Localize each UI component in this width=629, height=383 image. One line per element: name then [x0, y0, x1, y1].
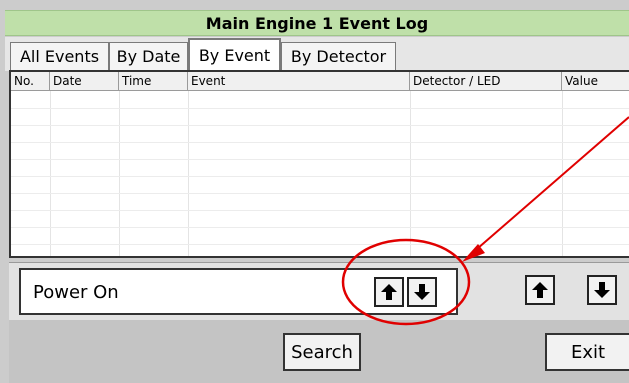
tab-by-event[interactable]: By Event [188, 38, 281, 71]
bottom-bar: Search Exit [9, 320, 629, 383]
column-divider [50, 91, 51, 256]
row-divider [11, 210, 629, 211]
tab-all-events[interactable]: All Events [10, 42, 109, 70]
tab-strip: All Events By Date By Event By Detector [5, 37, 629, 71]
event-table: No. Date Time Event Detector / LED Value [9, 70, 629, 258]
column-header-detector-led[interactable]: Detector / LED [410, 72, 562, 91]
column-divider [410, 91, 411, 256]
row-divider [11, 108, 629, 109]
scroll-up-button[interactable] [525, 275, 555, 305]
row-divider [11, 176, 629, 177]
row-divider [11, 142, 629, 143]
search-button[interactable]: Search [283, 333, 361, 371]
table-header: No. Date Time Event Detector / LED Value [11, 72, 629, 91]
event-log-window: Main Engine 1 Event Log All Events By Da… [0, 0, 629, 383]
row-divider [11, 244, 629, 245]
column-header-date[interactable]: Date [50, 72, 119, 91]
column-header-no[interactable]: No. [11, 72, 50, 91]
search-panel: Power On [9, 262, 629, 320]
tab-by-detector[interactable]: By Detector [281, 42, 396, 70]
column-divider [562, 91, 563, 256]
column-header-event[interactable]: Event [188, 72, 410, 91]
arrow-up-icon [532, 282, 548, 298]
row-divider [11, 193, 629, 194]
column-divider [119, 91, 120, 256]
event-up-button[interactable] [374, 277, 404, 307]
tab-by-date[interactable]: By Date [109, 42, 188, 70]
column-divider [188, 91, 189, 256]
row-divider [11, 159, 629, 160]
window-title: Main Engine 1 Event Log [5, 10, 629, 36]
arrow-down-icon [414, 284, 430, 300]
event-down-button[interactable] [407, 277, 437, 307]
row-divider [11, 125, 629, 126]
column-header-time[interactable]: Time [119, 72, 188, 91]
column-header-value[interactable]: Value [562, 72, 629, 91]
arrow-up-icon [381, 284, 397, 300]
event-search-field[interactable]: Power On [19, 268, 458, 315]
event-search-value: Power On [33, 282, 119, 303]
scroll-down-button[interactable] [587, 275, 617, 305]
exit-button[interactable]: Exit [545, 333, 629, 371]
row-divider [11, 227, 629, 228]
arrow-down-icon [594, 282, 610, 298]
